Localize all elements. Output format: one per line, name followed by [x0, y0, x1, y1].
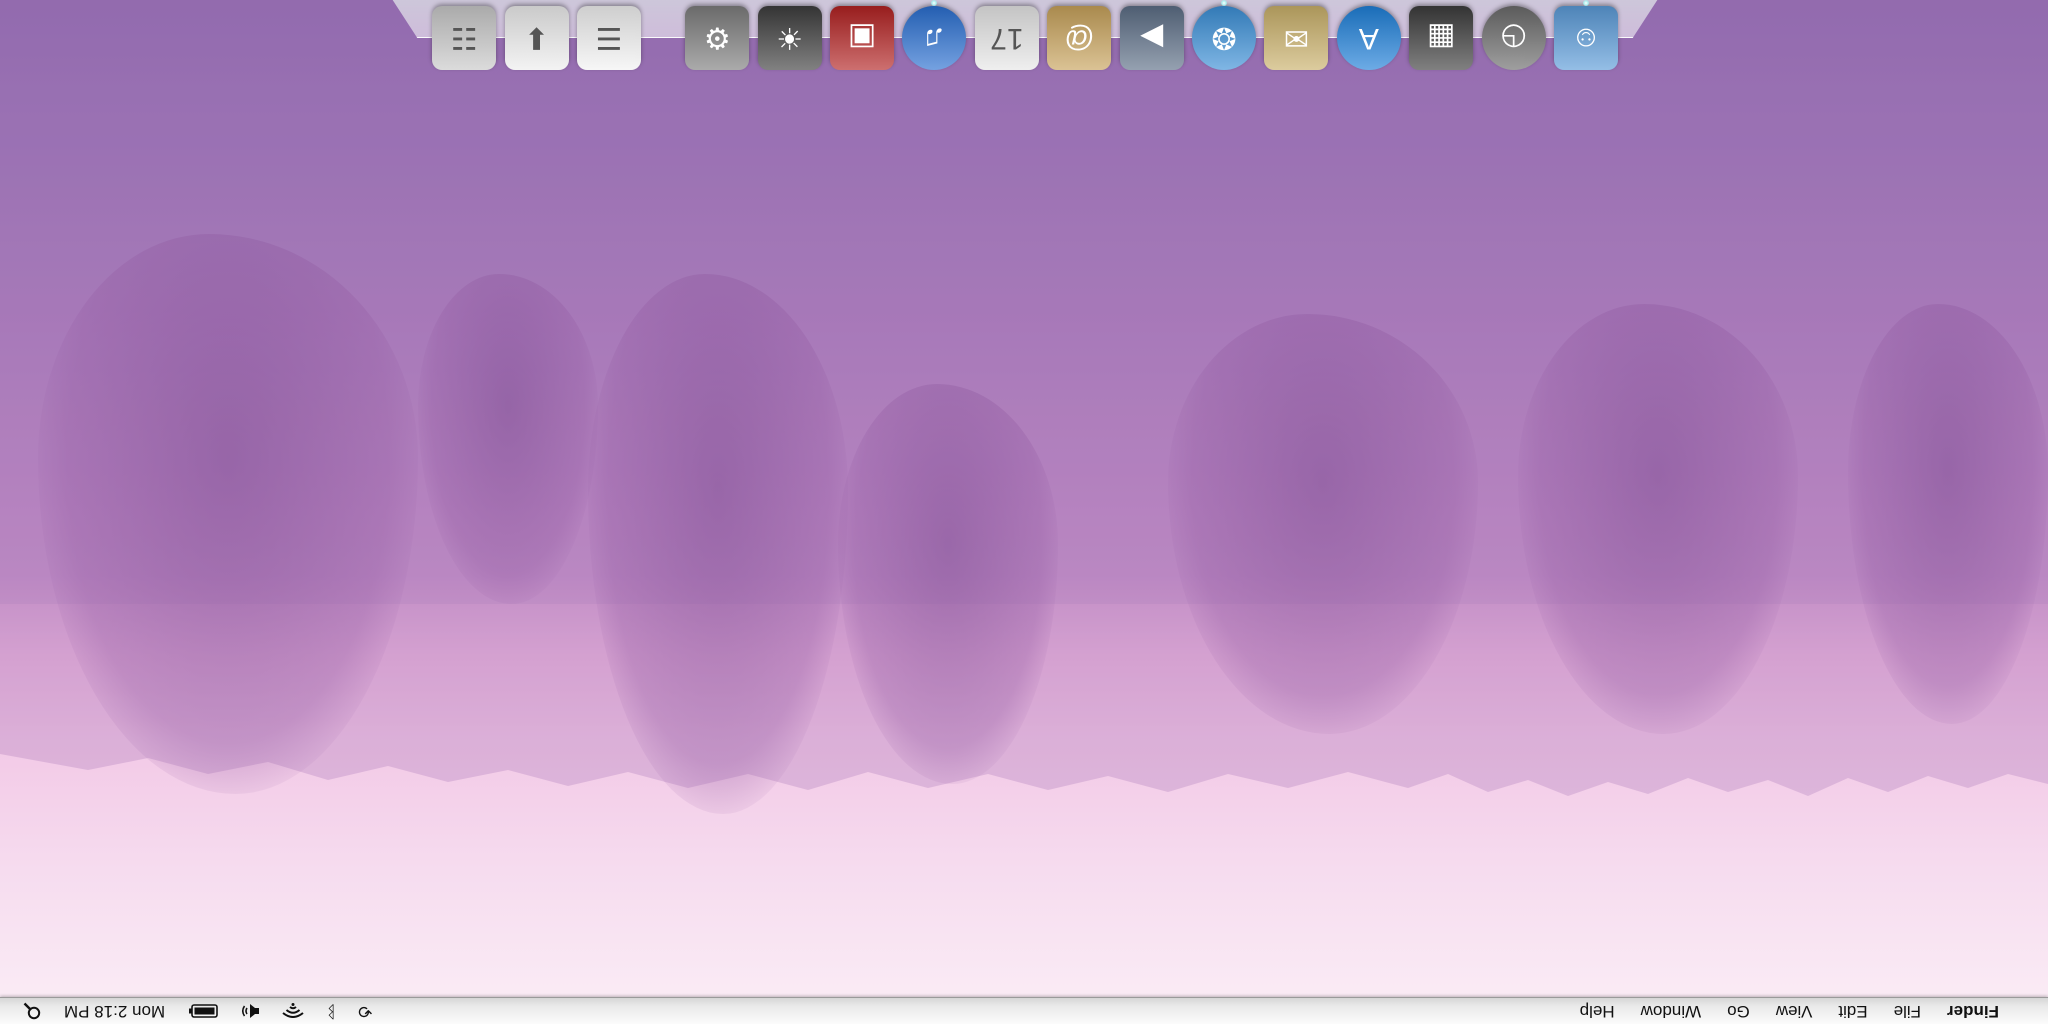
- dock-itunes-icon[interactable]: ♫: [902, 0, 967, 70]
- menu-clock[interactable]: Mon 2:18 PM: [52, 1001, 177, 1021]
- dock-calendar-icon[interactable]: 17: [974, 6, 1039, 70]
- dock-icon-glyph: A: [1358, 22, 1379, 55]
- running-indicator: [1583, 0, 1589, 6]
- dock-trash-icon[interactable]: ☷: [432, 6, 497, 70]
- menu-file[interactable]: File: [1881, 998, 1934, 1024]
- volume-icon[interactable]: [229, 1003, 271, 1019]
- dock-icon-glyph: @: [1064, 22, 1095, 55]
- dock-safari-icon[interactable]: ❂: [1192, 0, 1257, 70]
- menu-edit[interactable]: Edit: [1825, 998, 1880, 1024]
- desktop-wallpaper: [0, 0, 2048, 1024]
- menu-window[interactable]: Window: [1628, 998, 1714, 1024]
- dock-system-preferences-icon[interactable]: ⚙: [685, 6, 750, 70]
- dock-app-store-icon[interactable]: A: [1336, 6, 1401, 70]
- dock-separator[interactable]: [649, 6, 677, 62]
- dock-icon-glyph: ☷: [450, 21, 478, 55]
- dock-icon-glyph: ♫: [923, 22, 946, 55]
- menu-extras: ⟲ ᛒ Mon 2:18 PM: [0, 998, 384, 1024]
- dock-icon-glyph: 17: [990, 22, 1024, 55]
- dock-icon-glyph: ❂: [1211, 21, 1237, 55]
- dock-mail-icon[interactable]: ✉: [1264, 6, 1329, 70]
- dock-documents-stack-icon[interactable]: ☰: [576, 6, 641, 70]
- dock-icon-glyph: ⚙: [703, 21, 731, 55]
- dock-icon-glyph: ▶: [1140, 21, 1164, 55]
- dock-icon-glyph: ▣: [847, 21, 877, 55]
- dock-mission-control-icon[interactable]: ▦: [1409, 6, 1474, 70]
- dock-photo-booth-icon[interactable]: ▣: [830, 6, 895, 70]
- dock-icon-glyph: ☺: [1570, 22, 1602, 55]
- menu-help[interactable]: Help: [1567, 998, 1628, 1024]
- dock-icon-glyph: ◷: [1500, 21, 1527, 55]
- running-indicator: [931, 0, 938, 6]
- menu-bar: Finder File Edit View Go Window Help ⟲ ᛒ…: [0, 997, 2048, 1024]
- running-indicator: [1221, 0, 1228, 6]
- dock-iphoto-icon[interactable]: ☀: [757, 6, 822, 70]
- menu-view[interactable]: View: [1763, 998, 1826, 1024]
- bluetooth-icon[interactable]: ᛒ: [315, 998, 347, 1024]
- dock-contacts-icon[interactable]: @: [1047, 6, 1112, 70]
- apple-menu[interactable]: [2012, 998, 2048, 1024]
- dock-facetime-icon[interactable]: ▶: [1119, 6, 1184, 70]
- dock-icon-glyph: ☀: [776, 21, 804, 55]
- dock-icon-glyph: ☰: [595, 21, 623, 55]
- dock-dashboard-icon[interactable]: ◷: [1481, 6, 1546, 70]
- time-machine-icon[interactable]: ⟲: [347, 998, 383, 1024]
- desktop-screen: Finder File Edit View Go Window Help ⟲ ᛒ…: [0, 0, 2048, 1024]
- dock-finder-icon[interactable]: ☺: [1554, 0, 1618, 70]
- battery-icon[interactable]: [177, 1004, 229, 1018]
- menu-finder[interactable]: Finder: [1934, 998, 2012, 1024]
- menu-go[interactable]: Go: [1714, 998, 1763, 1024]
- dock-downloads-stack-icon[interactable]: ⬇: [504, 6, 569, 70]
- dock: ☺ ◷ ▦ A ✉ ❂ ▶ @17 ♫ ▣ ☀ ⚙ ☰ ⬇ ☷: [424, 0, 1618, 74]
- dock-icon-glyph: ✉: [1283, 21, 1310, 55]
- dock-icon-glyph: ⬇: [523, 21, 550, 55]
- spotlight-icon[interactable]: [12, 1002, 52, 1020]
- wifi-icon[interactable]: [271, 1003, 315, 1019]
- dock-icon-glyph: ▦: [1427, 21, 1456, 55]
